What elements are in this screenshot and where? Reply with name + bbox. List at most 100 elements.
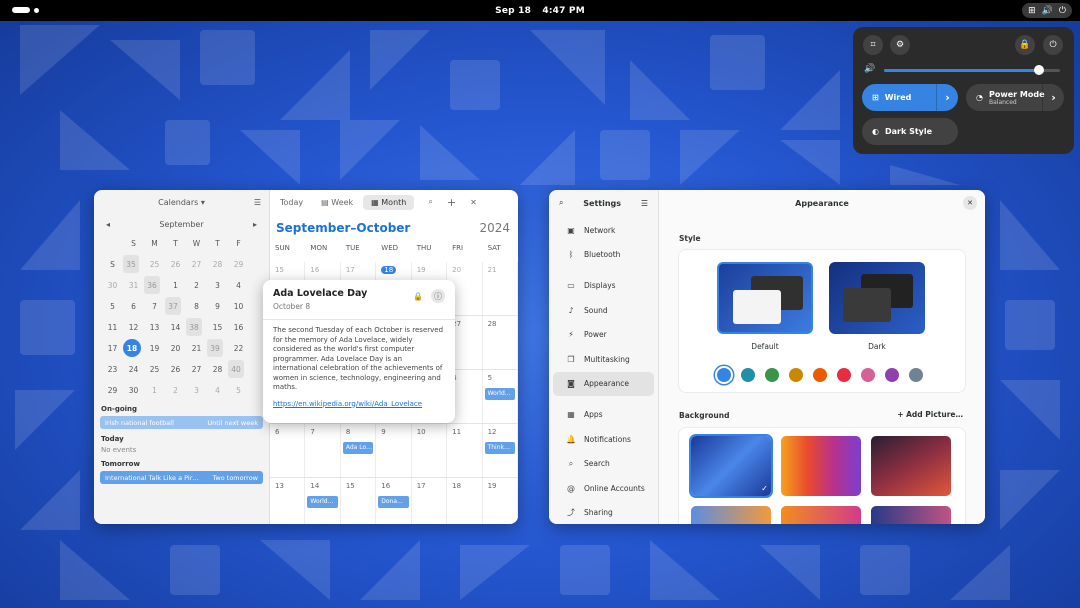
mini-day[interactable]: 20	[165, 339, 186, 357]
accent-color-swatch[interactable]	[789, 368, 803, 382]
mini-day[interactable]: 2	[165, 381, 186, 399]
sidebar-item-sharing[interactable]: ⤴ Sharing	[553, 501, 654, 524]
mini-day[interactable]: 11	[102, 318, 123, 336]
volume-slider-handle[interactable]	[1033, 65, 1044, 75]
accent-color-swatch[interactable]	[861, 368, 875, 382]
main-menu-button[interactable]: ☰	[641, 199, 648, 208]
system-tray[interactable]: ⊞ 🔊 ⏻	[1022, 3, 1072, 18]
mini-day[interactable]: 13	[144, 318, 165, 336]
next-month-button[interactable]: ▸	[253, 220, 257, 229]
mini-day[interactable]: 1	[144, 381, 165, 399]
sidebar-item-power[interactable]: ⚡ Power	[553, 322, 654, 347]
tomorrow-event[interactable]: International Talk Like a Pir… Two tomor…	[100, 471, 263, 484]
mini-day[interactable]: 29	[228, 255, 249, 273]
power-mode-toggle[interactable]: ◔ Power Mode Balanced ›	[966, 84, 1064, 111]
mini-day[interactable]: 5	[102, 297, 123, 315]
mini-day[interactable]: 16	[228, 318, 249, 336]
mini-day[interactable]: 24	[123, 360, 144, 378]
sidebar-item-sound[interactable]: ♪ Sound	[553, 298, 654, 323]
mini-day[interactable]: 10	[228, 297, 249, 315]
event-details-button[interactable]: ⓘ	[431, 289, 445, 303]
mini-day[interactable]: 25	[144, 255, 165, 273]
event-chip[interactable]: Think…	[484, 442, 515, 454]
tab-month[interactable]: ▦ Month	[363, 194, 415, 210]
background-thumbnail[interactable]: ✓	[689, 434, 773, 498]
wired-toggle[interactable]: ⊞ Wired ›	[862, 84, 958, 111]
sidebar-item-displays[interactable]: ▭ Displays	[553, 273, 654, 298]
accent-color-swatch[interactable]	[813, 368, 827, 382]
mini-day[interactable]: 1	[165, 276, 186, 294]
day-cell[interactable]: 10	[412, 424, 448, 477]
sidebar-item-notifications[interactable]: 🔔 Notifications	[553, 427, 654, 452]
power-off-button[interactable]: ⏻	[1043, 35, 1063, 55]
close-button[interactable]: ✕	[963, 196, 977, 210]
wired-expand-button[interactable]: ›	[936, 84, 958, 111]
mini-day[interactable]: 12	[123, 318, 144, 336]
prev-month-button[interactable]: ◂	[106, 220, 110, 229]
accent-color-swatch[interactable]	[717, 368, 731, 382]
mini-day[interactable]: 26	[165, 360, 186, 378]
mini-day[interactable]: 21	[186, 339, 207, 357]
mini-day[interactable]: 29	[102, 381, 123, 399]
settings-button[interactable]: ⚙	[890, 35, 910, 55]
clock-button[interactable]: Sep 18 4:47 PM	[491, 6, 589, 16]
accent-color-swatch[interactable]	[909, 368, 923, 382]
sidebar-item-online-accounts[interactable]: @ Online Accounts	[553, 476, 654, 501]
mini-day[interactable]: 18	[123, 339, 141, 357]
day-cell[interactable]: 18	[447, 478, 483, 524]
day-cell[interactable]: 6	[270, 424, 306, 477]
mini-day[interactable]: 2	[186, 276, 207, 294]
accent-color-swatch[interactable]	[741, 368, 755, 382]
add-event-button[interactable]: +	[447, 196, 456, 209]
day-cell[interactable]: 17	[412, 478, 448, 524]
background-thumbnail[interactable]	[871, 436, 951, 496]
mini-day[interactable]: 4	[207, 381, 228, 399]
ongoing-event[interactable]: Irish national football Until next week	[100, 416, 263, 429]
background-thumbnail[interactable]	[781, 506, 861, 524]
event-chip[interactable]: Dona…	[378, 496, 409, 508]
lock-button[interactable]: 🔒	[1015, 35, 1035, 55]
screenshot-button[interactable]: ⌗	[863, 35, 883, 55]
sidebar-item-multitasking[interactable]: ❐ Multitasking	[553, 347, 654, 372]
add-picture-button[interactable]: + Add Picture…	[897, 410, 963, 419]
day-cell[interactable]: 15	[341, 478, 377, 524]
accent-color-swatch[interactable]	[837, 368, 851, 382]
theme-dark-preview[interactable]	[829, 262, 925, 334]
event-chip[interactable]: World…	[307, 496, 338, 508]
mini-day[interactable]: 25	[144, 360, 165, 378]
mini-day[interactable]: 15	[207, 318, 228, 336]
day-cell[interactable]: 11	[447, 424, 483, 477]
search-button[interactable]: ⌕	[559, 198, 563, 208]
power-mode-expand-button[interactable]: ›	[1042, 84, 1064, 111]
day-cell[interactable]: 19	[483, 478, 518, 524]
tab-today[interactable]: Today	[272, 195, 311, 210]
activities-button[interactable]	[12, 7, 39, 13]
sidebar-item-search[interactable]: ⌕ Search	[553, 451, 654, 476]
sidebar-item-appearance[interactable]: ◙ Appearance	[553, 371, 654, 397]
day-cell[interactable]: 12 Think…	[483, 424, 518, 477]
mini-day[interactable]: 27	[186, 255, 207, 273]
day-cell[interactable]: 13	[270, 478, 306, 524]
sidebar-item-apps[interactable]: ▦ Apps	[553, 402, 654, 427]
background-thumbnail[interactable]	[691, 506, 771, 524]
mini-day[interactable]: 31	[123, 276, 144, 294]
sidebar-item-bluetooth[interactable]: ᛒ Bluetooth	[553, 243, 654, 268]
day-cell[interactable]: 21	[483, 262, 518, 315]
search-button[interactable]: ⌕	[428, 197, 432, 207]
mini-day[interactable]: 22	[228, 339, 249, 357]
mini-day[interactable]: 17	[102, 339, 123, 357]
mini-day[interactable]: 6	[123, 297, 144, 315]
day-cell[interactable]: 28	[483, 316, 518, 369]
mini-day[interactable]: 30	[123, 381, 144, 399]
mini-day[interactable]: 26	[165, 255, 186, 273]
day-cell[interactable]: 14 World…	[305, 478, 341, 524]
day-cell[interactable]: 7	[305, 424, 341, 477]
mini-day[interactable]: 23	[102, 360, 123, 378]
mini-day[interactable]: 14	[165, 318, 186, 336]
sidebar-item-network[interactable]: ▣ Network	[553, 218, 654, 243]
mini-day[interactable]: 9	[207, 297, 228, 315]
mini-day[interactable]: 4	[228, 276, 249, 294]
theme-default-preview[interactable]	[717, 262, 813, 334]
day-cell[interactable]: 9	[376, 424, 412, 477]
mini-day[interactable]: 7	[144, 297, 165, 315]
